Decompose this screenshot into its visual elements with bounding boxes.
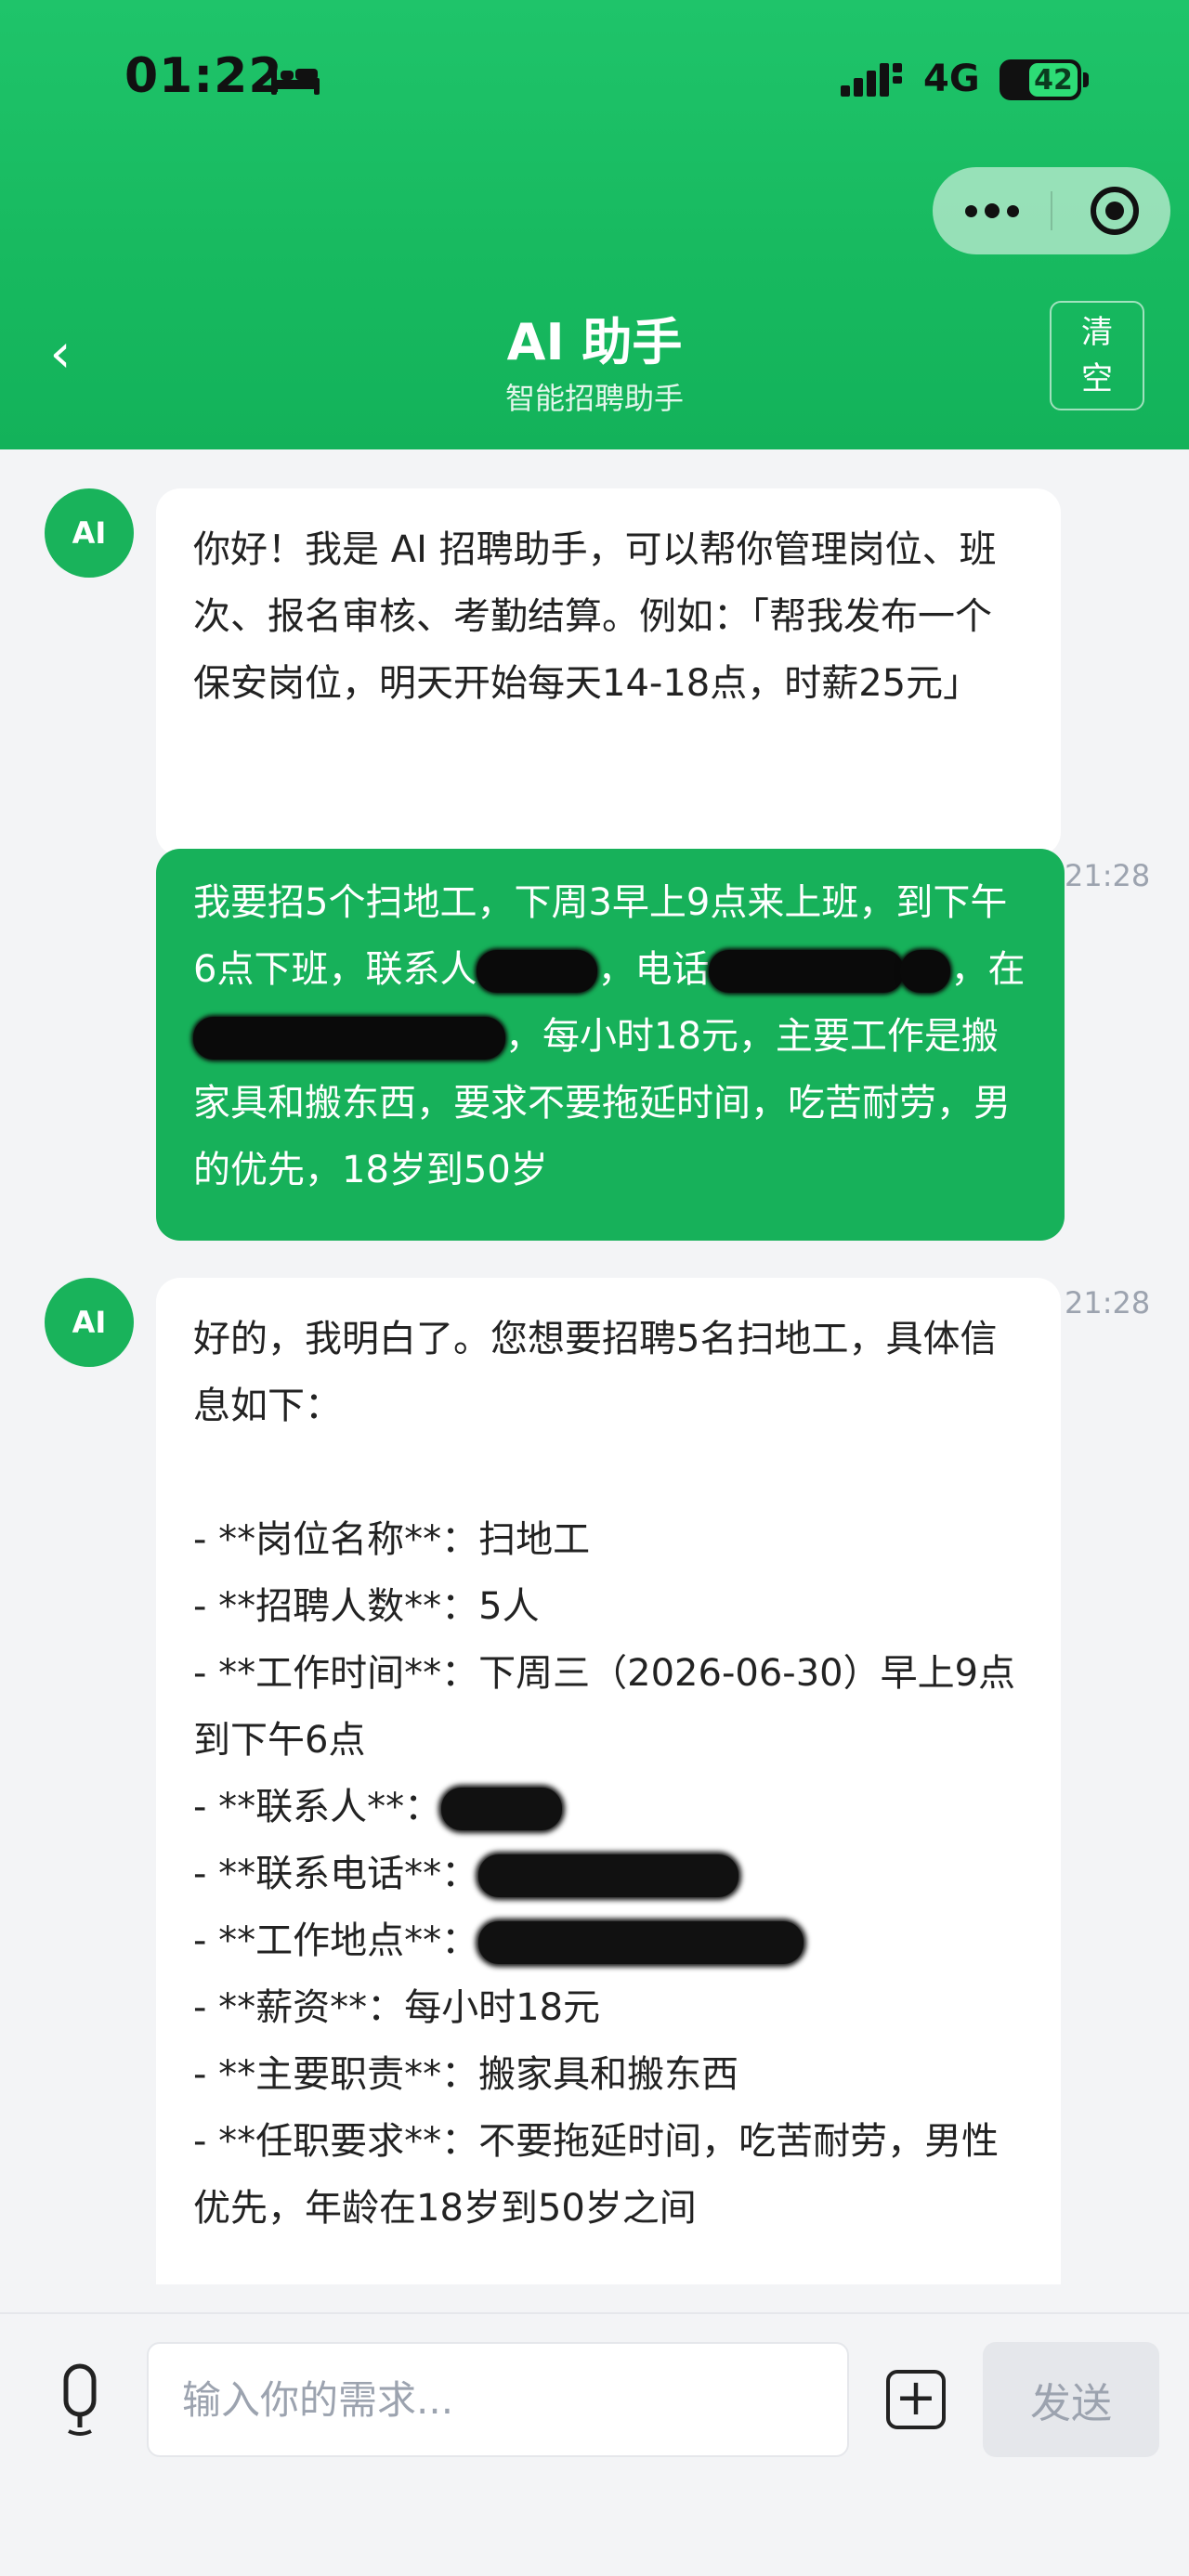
message-input[interactable] [147,2342,849,2457]
mini-program-capsule [933,167,1170,254]
more-icon[interactable] [933,167,1052,254]
input-bar: + 发送 [0,2312,1189,2576]
ai-avatar: AI [45,1278,134,1367]
ai-avatar: AI [45,488,134,578]
microphone-icon[interactable] [59,2362,100,2437]
network-type: 4G [923,58,980,100]
reply-item-location-label: - **工作地点**： [193,1919,479,1962]
header: 01:22 4G 42 ‹ AI 助手 智能招聘助手 清空 [0,0,1189,449]
user-message-text: ，电话 [597,948,710,991]
redacted-phone-cont [900,950,951,993]
reply-intro: 好的，我明白了。您想要招聘5名扫地工，具体信息如下： [193,1318,998,1427]
chat-list[interactable]: AI 你好！我是 AI 招聘助手，可以帮你管理岗位、班次、报名审核、考勤结算。例… [0,449,1189,2284]
clear-button[interactable]: 清空 [1050,301,1144,410]
reply-item-contact: - **联系人**： [193,1774,1024,1841]
close-program-icon[interactable] [1091,187,1139,235]
chevron-left-icon[interactable]: ‹ [37,325,84,381]
plus-icon[interactable]: + [886,2370,946,2429]
reply-item-duties: - **主要职责**：搬家具和搬东西 [193,2053,739,2096]
reply-item-phone-label: - **联系电话**： [193,1853,479,1895]
status-time: 01:22 [124,48,283,104]
user-message-text: ，在 [950,948,1026,991]
bed-icon [271,65,320,95]
reply-item-salary: - **薪资**：每小时18元 [193,1986,601,2029]
redacted-location [193,1017,505,1060]
send-button[interactable]: 发送 [983,2342,1159,2457]
redacted-location [478,1921,804,1964]
reply-item-requirements: - **任职要求**：不要拖延时间，吃苦耐劳，男性优先，年龄在18岁到50岁之间 [193,2120,1000,2230]
redacted-contact [441,1788,563,1830]
signal-icon [841,63,902,97]
ai-reply-bubble: 好的，我明白了。您想要招聘5名扫地工，具体信息如下： - **岗位名称**：扫地… [156,1278,1061,2284]
redacted-contact [477,950,598,993]
redacted-phone [478,1854,739,1897]
message-timestamp: 21:28 [1065,858,1151,893]
reply-item-contact-label: - **联系人**： [193,1786,442,1828]
redacted-phone [709,950,905,993]
ai-message-bubble: 你好！我是 AI 招聘助手，可以帮你管理岗位、班次、报名审核、考勤结算。例如：「… [156,488,1061,856]
reply-item-phone: - **联系电话**： [193,1841,1024,1907]
user-message-bubble: 我要招5个扫地工，下周3早上9点来上班，到下午6点下班，联系人 ，电话 ，在，每小时… [156,849,1065,1241]
battery-tip [1083,72,1089,87]
battery-icon: 42 [1000,59,1081,100]
page-title: AI 助手 [506,313,683,371]
reply-item-position: - **岗位名称**：扫地工 [193,1518,591,1561]
reply-item-location: - **工作地点**： [193,1907,1024,1974]
reply-item-work-time: - **工作时间**：下周三（2026-06-30）早上9点到下午6点 [193,1652,1016,1762]
battery-level: 42 [1029,63,1078,97]
message-timestamp: 21:28 [1065,1285,1151,1321]
status-bar: 01:22 4G 42 [0,0,1189,158]
page-subtitle: 智能招聘助手 [504,381,684,416]
reply-item-headcount: - **招聘人数**：5人 [193,1585,540,1628]
capsule-divider [1051,191,1052,230]
